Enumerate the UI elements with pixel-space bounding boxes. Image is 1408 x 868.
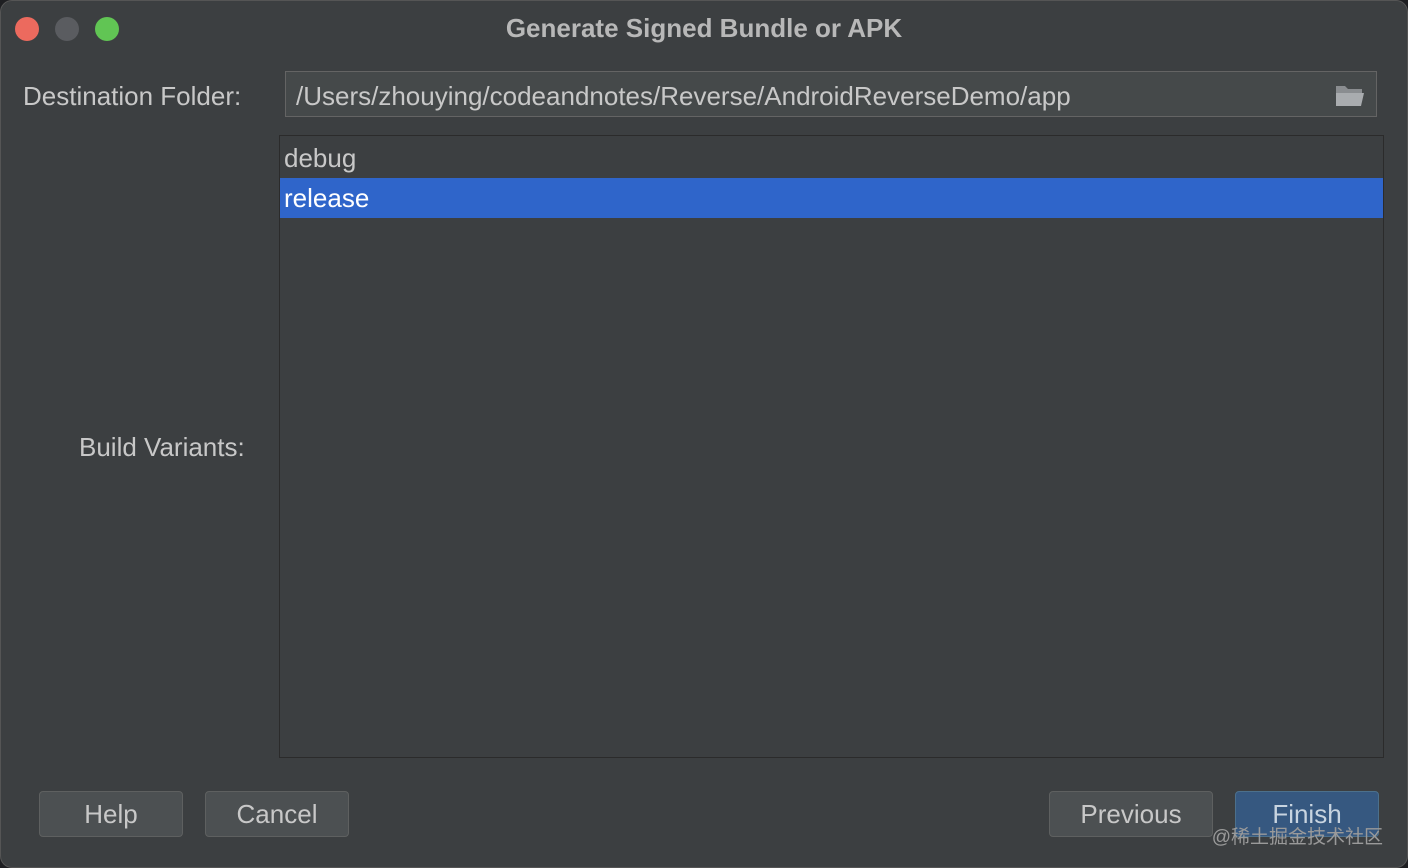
build-variant-item-selected[interactable]: release	[280, 178, 1383, 218]
destination-folder-label: Destination Folder:	[23, 81, 242, 111]
build-variant-item[interactable]: debug	[280, 138, 1383, 178]
cancel-button[interactable]: Cancel	[205, 791, 349, 837]
title-bar: Generate Signed Bundle or APK	[1, 1, 1407, 55]
destination-folder-path[interactable]: /Users/zhouying/codeandnotes/Reverse/And…	[296, 81, 1071, 112]
help-button[interactable]: Help	[39, 791, 183, 837]
build-variants-label: Build Variants:	[79, 432, 245, 462]
build-variants-list[interactable]: debug release	[279, 135, 1384, 758]
destination-folder-field[interactable]: /Users/zhouying/codeandnotes/Reverse/And…	[285, 71, 1377, 117]
folder-icon[interactable]	[1334, 82, 1366, 108]
previous-button[interactable]: Previous	[1049, 791, 1213, 837]
dialog-title: Generate Signed Bundle or APK	[505, 13, 903, 43]
watermark: @稀土掘金技术社区	[1211, 827, 1383, 848]
dialog-window: Generate Signed Bundle or APK Destinatio…	[0, 0, 1408, 868]
